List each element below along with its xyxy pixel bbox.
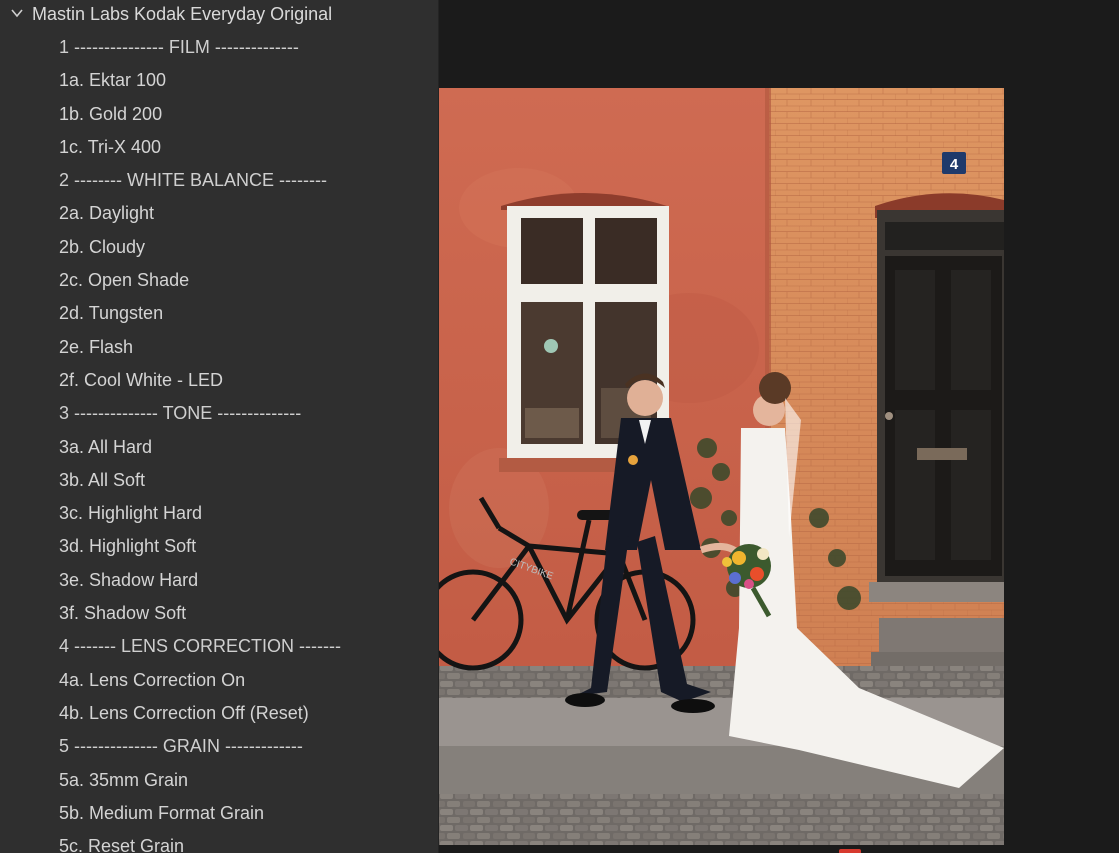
loupe-indicator — [839, 849, 861, 853]
preview-photo[interactable]: 4 CITYBIKE — [439, 88, 1004, 845]
preset-item[interactable]: 3e. Shadow Hard — [0, 564, 438, 597]
preset-section-divider[interactable]: 4 ------- LENS CORRECTION ------- — [0, 630, 438, 663]
preset-item[interactable]: 4b. Lens Correction Off (Reset) — [0, 697, 438, 730]
preset-item[interactable]: 2b. Cloudy — [0, 231, 438, 264]
photo-preview-area: 4 CITYBIKE — [439, 0, 1119, 853]
preset-item[interactable]: 1a. Ektar 100 — [0, 64, 438, 97]
preset-section-divider[interactable]: 5 -------------- GRAIN ------------- — [0, 730, 438, 763]
preset-item[interactable]: 3c. Highlight Hard — [0, 497, 438, 530]
chevron-down-icon[interactable] — [11, 7, 23, 19]
preset-item[interactable]: 3a. All Hard — [0, 431, 438, 464]
preset-list: 1 --------------- FILM -------------- 1a.… — [0, 31, 438, 853]
lightroom-app: Mastin Labs Kodak Everyday Original 1 --… — [0, 0, 1119, 853]
preset-item[interactable]: 5a. 35mm Grain — [0, 764, 438, 797]
wedding-photo-illustration: 4 CITYBIKE — [439, 88, 1004, 845]
preset-item[interactable]: 3d. Highlight Soft — [0, 530, 438, 563]
preset-section-divider[interactable]: 3 -------------- TONE -------------- — [0, 397, 438, 430]
preset-item[interactable]: 3b. All Soft — [0, 464, 438, 497]
preset-section-divider[interactable]: 2 -------- WHITE BALANCE -------- — [0, 164, 438, 197]
preset-item[interactable]: 4a. Lens Correction On — [0, 664, 438, 697]
preset-section-divider[interactable]: 1 --------------- FILM -------------- — [0, 31, 438, 64]
presets-panel: Mastin Labs Kodak Everyday Original 1 --… — [0, 0, 439, 853]
preset-item[interactable]: 2f. Cool White - LED — [0, 364, 438, 397]
preset-item[interactable]: 2d. Tungsten — [0, 297, 438, 330]
preset-item[interactable]: 5c. Reset Grain — [0, 830, 438, 853]
preset-item[interactable]: 2e. Flash — [0, 331, 438, 364]
preset-group-header[interactable]: Mastin Labs Kodak Everyday Original — [0, 0, 438, 30]
preset-item[interactable]: 5b. Medium Format Grain — [0, 797, 438, 830]
preset-item[interactable]: 2a. Daylight — [0, 197, 438, 230]
preset-item[interactable]: 1b. Gold 200 — [0, 98, 438, 131]
house-number: 4 — [950, 156, 959, 173]
preset-item[interactable]: 3f. Shadow Soft — [0, 597, 438, 630]
preset-item[interactable]: 2c. Open Shade — [0, 264, 438, 297]
preset-item[interactable]: 1c. Tri-X 400 — [0, 131, 438, 164]
preset-group-title: Mastin Labs Kodak Everyday Original — [32, 4, 333, 24]
